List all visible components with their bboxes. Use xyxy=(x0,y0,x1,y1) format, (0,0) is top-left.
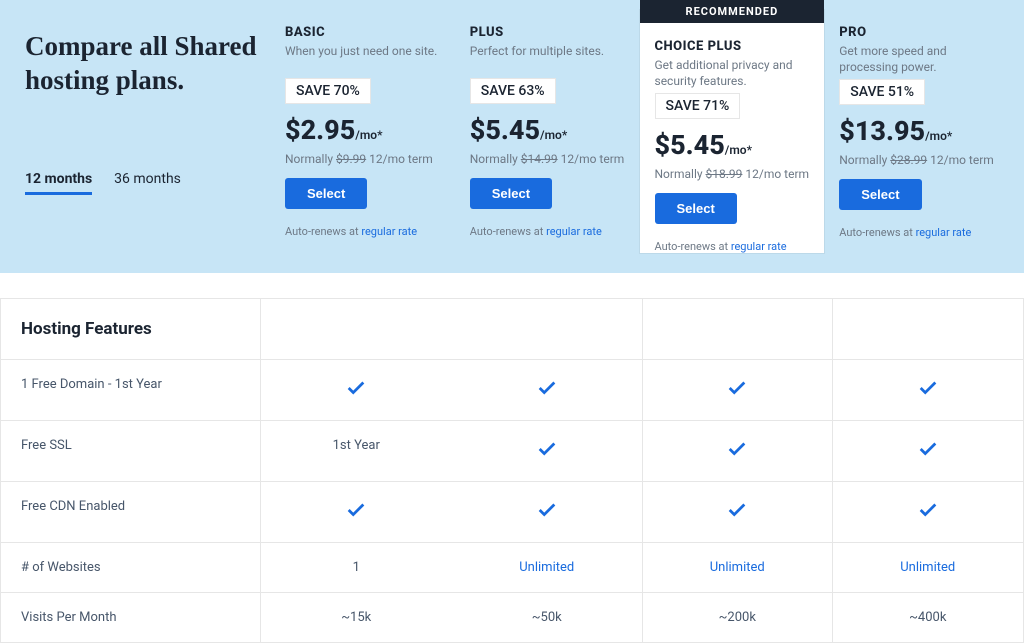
checkmark-icon xyxy=(726,438,748,460)
feature-cell xyxy=(642,421,833,481)
feature-cell: Unlimited xyxy=(833,543,1024,592)
term-tab-36-months[interactable]: 36 months xyxy=(114,171,181,192)
price: $2.95/mo* xyxy=(285,114,440,146)
plan-name: PLUS xyxy=(470,25,625,40)
headline-column: Compare all Shared hosting plans. 12 mon… xyxy=(25,10,270,253)
pricing-header-section: Compare all Shared hosting plans. 12 mon… xyxy=(0,0,1024,273)
feature-cell: Unlimited xyxy=(642,543,833,592)
checkmark-icon xyxy=(536,377,558,399)
regular-rate-link[interactable]: regular rate xyxy=(546,225,602,238)
feature-cell xyxy=(642,482,833,542)
feature-cell xyxy=(261,360,452,420)
price: $13.95/mo* xyxy=(839,115,994,147)
plan-card-basic: BASIC When you just need one site. SAVE 70… xyxy=(270,10,455,253)
feature-row: Free SSL1st Year xyxy=(1,420,1023,481)
select-button[interactable]: Select xyxy=(285,178,367,209)
normally-text: Normally $14.99 12/mo term xyxy=(470,152,625,166)
auto-renew-text: Auto-renews at regular rate xyxy=(655,240,810,253)
regular-rate-link[interactable]: regular rate xyxy=(731,240,787,253)
feature-cell: ~15k xyxy=(261,593,452,642)
feature-cell xyxy=(833,482,1024,542)
select-button[interactable]: Select xyxy=(470,178,552,209)
term-tab-12-months[interactable]: 12 months xyxy=(25,171,92,195)
recommended-badge: RECOMMENDED xyxy=(640,0,825,23)
regular-rate-link[interactable]: regular rate xyxy=(361,225,417,238)
checkmark-icon xyxy=(726,499,748,521)
plan-description: Perfect for multiple sites. xyxy=(470,44,625,74)
price: $5.45/mo* xyxy=(655,129,810,161)
feature-cell: ~200k xyxy=(642,593,833,642)
feature-cell xyxy=(452,360,643,420)
checkmark-icon xyxy=(345,499,367,521)
feature-label: # of Websites xyxy=(1,543,261,592)
plan-card-pro: PRO Get more speed and processing power. S… xyxy=(824,10,1009,253)
feature-cell: Unlimited xyxy=(452,543,643,592)
plan-name: BASIC xyxy=(285,25,440,40)
save-chip: SAVE 70% xyxy=(285,78,371,104)
price: $5.45/mo* xyxy=(470,114,625,146)
plan-card-plus: PLUS Perfect for multiple sites. SAVE 63% $… xyxy=(455,10,640,253)
checkmark-icon xyxy=(536,438,558,460)
feature-cell xyxy=(833,360,1024,420)
checkmark-icon xyxy=(345,377,367,399)
save-chip: SAVE 51% xyxy=(839,79,925,105)
features-header: Hosting Features xyxy=(1,299,261,359)
feature-cell xyxy=(833,421,1024,481)
plan-description: Get more speed and processing power. xyxy=(839,44,994,75)
plan-name: PRO xyxy=(839,25,994,40)
plan-description: Get additional privacy and security feat… xyxy=(655,58,810,89)
auto-renew-text: Auto-renews at regular rate xyxy=(470,225,625,238)
save-chip: SAVE 71% xyxy=(655,93,741,119)
term-tabs: 12 months 36 months xyxy=(25,168,270,195)
feature-cell: 1 xyxy=(261,543,452,592)
plan-description: When you just need one site. xyxy=(285,44,440,74)
feature-cell xyxy=(642,360,833,420)
feature-row: # of Websites1UnlimitedUnlimitedUnlimite… xyxy=(1,542,1023,592)
feature-row: Free CDN Enabled xyxy=(1,481,1023,542)
feature-cell xyxy=(452,482,643,542)
feature-label: Free SSL xyxy=(1,421,261,481)
plans-row: BASIC When you just need one site. SAVE 70… xyxy=(270,10,1009,253)
checkmark-icon xyxy=(536,499,558,521)
auto-renew-text: Auto-renews at regular rate xyxy=(839,226,994,239)
normally-text: Normally $28.99 12/mo term xyxy=(839,153,994,167)
feature-row: 1 Free Domain - 1st Year xyxy=(1,359,1023,420)
comparison-table: Hosting Features1 Free Domain - 1st Year… xyxy=(0,298,1024,643)
normally-text: Normally $9.99 12/mo term xyxy=(285,152,440,166)
plan-card-choice-plus: RECOMMENDEDCHOICE PLUSGet additional pri… xyxy=(640,10,825,253)
normally-text: Normally $18.99 12/mo term xyxy=(655,167,810,181)
auto-renew-text: Auto-renews at regular rate xyxy=(285,225,440,238)
feature-cell: 1st Year xyxy=(261,421,452,481)
feature-cell xyxy=(261,482,452,542)
feature-label: Visits Per Month xyxy=(1,593,261,642)
comparison-header-row: Hosting Features xyxy=(1,299,1023,359)
checkmark-icon xyxy=(917,499,939,521)
regular-rate-link[interactable]: regular rate xyxy=(916,226,972,239)
checkmark-icon xyxy=(917,438,939,460)
plan-name: CHOICE PLUS xyxy=(655,39,810,54)
feature-label: Free CDN Enabled xyxy=(1,482,261,542)
page-headline: Compare all Shared hosting plans. xyxy=(25,30,270,98)
feature-label: 1 Free Domain - 1st Year xyxy=(1,360,261,420)
checkmark-icon xyxy=(917,377,939,399)
select-button[interactable]: Select xyxy=(655,193,737,224)
feature-row: Visits Per Month~15k~50k~200k~400k xyxy=(1,592,1023,642)
feature-cell xyxy=(452,421,643,481)
save-chip: SAVE 63% xyxy=(470,78,556,104)
select-button[interactable]: Select xyxy=(839,179,921,210)
feature-cell: ~50k xyxy=(452,593,643,642)
checkmark-icon xyxy=(726,377,748,399)
feature-cell: ~400k xyxy=(833,593,1024,642)
